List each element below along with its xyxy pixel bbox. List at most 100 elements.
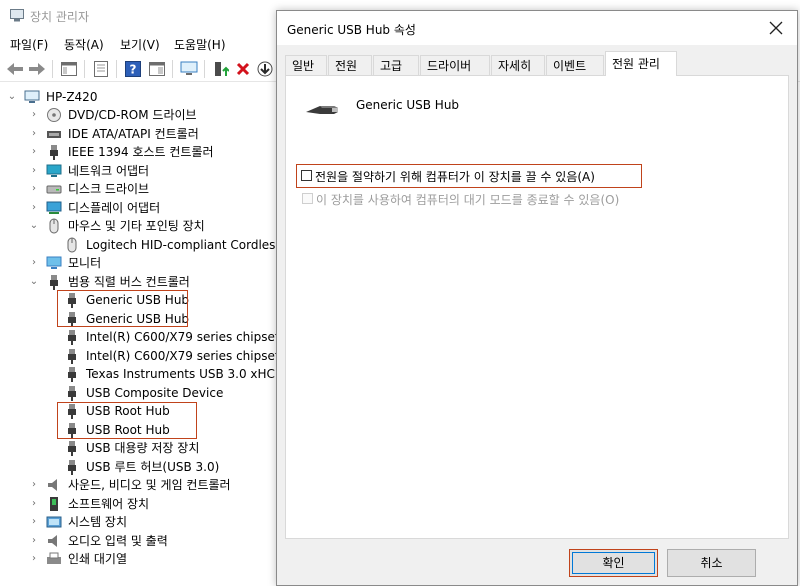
ide-controller-icon xyxy=(47,130,61,138)
tab-events[interactable]: 이벤트 xyxy=(546,55,604,75)
tree-item[interactable]: Intel(R) C600/X79 series chipset USB xyxy=(46,328,276,346)
system-device-icon xyxy=(46,516,62,528)
chevron-right-icon[interactable]: › xyxy=(28,162,40,180)
ok-button[interactable]: 확인 xyxy=(569,549,658,577)
tree-item[interactable]: ⌄ 마우스 및 기타 포인팅 장치 xyxy=(28,217,276,235)
tree-item[interactable]: Generic USB Hub xyxy=(46,310,276,328)
mouse-icon xyxy=(49,218,59,234)
help-icon[interactable]: ? xyxy=(122,58,144,80)
tree-item[interactable]: › 모니터 xyxy=(28,254,276,272)
tree-item[interactable]: › 소프트웨어 장치 xyxy=(28,495,276,513)
chevron-right-icon[interactable]: › xyxy=(28,532,40,550)
tab-driver[interactable]: 드라이버 xyxy=(420,55,490,75)
menu-file[interactable]: 파일(F) xyxy=(10,36,48,53)
speaker-icon xyxy=(48,534,57,547)
wake-computer-checkbox xyxy=(302,193,313,204)
tree-item[interactable]: › 디스크 드라이브 xyxy=(28,180,276,198)
cancel-button-label: 취소 xyxy=(700,556,723,570)
chevron-right-icon[interactable]: › xyxy=(28,513,40,531)
view-icon[interactable] xyxy=(146,58,168,80)
tree-item[interactable]: Logitech HID-compliant Cordless M xyxy=(46,236,276,254)
forward-arrow-icon[interactable] xyxy=(26,58,48,80)
tree-item[interactable]: › DVD/CD-ROM 드라이브 xyxy=(28,106,276,124)
tree-item-label: Intel(R) C600/X79 series chipset USB xyxy=(86,330,276,344)
tree-item[interactable]: Texas Instruments USB 3.0 xHCI Hos xyxy=(46,365,276,383)
usb-plug-icon xyxy=(68,311,76,327)
chevron-right-icon[interactable]: › xyxy=(28,476,40,494)
usb-plug-icon xyxy=(68,385,76,401)
ok-button-focus-ring xyxy=(572,552,655,574)
tree-item-label: DVD/CD-ROM 드라이브 xyxy=(68,108,197,122)
usb-plug-icon xyxy=(50,145,58,160)
tab-advanced[interactable]: 고급 xyxy=(373,55,419,75)
uninstall-icon[interactable] xyxy=(232,58,254,80)
tree-item[interactable]: Intel(R) C600/X79 series chipset USB xyxy=(46,347,276,365)
close-icon[interactable] xyxy=(767,19,785,37)
chevron-down-icon[interactable]: ⌄ xyxy=(6,88,18,106)
tree-item[interactable]: › 인쇄 대기열 xyxy=(28,550,276,568)
allow-power-off-checkbox[interactable] xyxy=(301,170,312,181)
chevron-right-icon[interactable]: › xyxy=(28,143,40,161)
menu-view[interactable]: 보기(V) xyxy=(120,36,160,53)
cancel-button[interactable]: 취소 xyxy=(667,549,756,577)
device-name: Generic USB Hub xyxy=(356,98,460,112)
option-allow-power-off[interactable]: 전원을 절약하기 위해 컴퓨터가 이 장치를 끌 수 있음(A) xyxy=(296,164,642,188)
back-arrow-icon[interactable] xyxy=(4,58,26,80)
chevron-right-icon[interactable]: › xyxy=(28,495,40,513)
tree-item[interactable]: USB Composite Device xyxy=(46,384,276,402)
tree-item[interactable]: › 시스템 장치 xyxy=(28,513,276,531)
tree-item[interactable]: › 네트워크 어댑터 xyxy=(28,162,276,180)
speaker-icon xyxy=(48,479,57,491)
menu-action[interactable]: 동작(A) xyxy=(64,36,104,53)
download-icon[interactable] xyxy=(254,58,276,80)
tree-item-label: 범용 직렬 버스 컨트롤러 xyxy=(68,274,190,289)
tree-item-label: 디스플레이 어댑터 xyxy=(68,200,161,215)
dialog-tabs: 일반 전원 고급 드라이버 자세히 이벤트 전원 관리 xyxy=(285,51,791,76)
tree-item-label: USB Composite Device xyxy=(86,385,224,400)
tree-item-label: 시스템 장치 xyxy=(68,515,128,529)
tab-power-management[interactable]: 전원 관리 xyxy=(605,51,677,76)
tab-power[interactable]: 전원 xyxy=(328,55,372,75)
update-driver-icon[interactable] xyxy=(210,58,232,80)
chevron-right-icon[interactable]: › xyxy=(28,180,40,198)
tree-item[interactable]: USB Root Hub xyxy=(46,402,276,420)
toolbar-separator xyxy=(116,60,117,78)
chevron-down-icon[interactable]: ⌄ xyxy=(28,273,40,291)
tree-item-label: USB 루트 허브(USB 3.0) xyxy=(86,459,220,474)
tree-item-label: Generic USB Hub xyxy=(86,311,190,326)
chevron-right-icon[interactable]: › xyxy=(28,106,40,124)
toolbar-separator xyxy=(52,60,53,78)
tree-item[interactable]: › 오디오 입력 및 출력 xyxy=(28,532,276,550)
svg-text:?: ? xyxy=(130,63,137,77)
tab-details[interactable]: 자세히 xyxy=(491,55,545,75)
tree-item[interactable]: USB 루트 허브(USB 3.0) xyxy=(46,458,276,476)
tree-item[interactable]: ⌄ 범용 직렬 버스 컨트롤러 xyxy=(28,273,276,291)
monitor-scan-icon[interactable] xyxy=(178,58,200,80)
tree-item[interactable]: USB Root Hub xyxy=(46,421,276,439)
tree-item-label: 오디오 입력 및 출력 xyxy=(68,533,168,548)
tree-item-label: 사운드, 비디오 및 게임 컨트롤러 xyxy=(68,478,231,492)
chevron-right-icon[interactable]: › xyxy=(28,254,40,272)
tree-item[interactable]: › IDE ATA/ATAPI 컨트롤러 xyxy=(28,125,276,143)
tree-item[interactable]: › IEEE 1394 호스트 컨트롤러 xyxy=(28,143,276,161)
tree-item-label: 디스크 드라이브 xyxy=(68,182,150,196)
tree-root[interactable]: ⌄ HP-Z420 xyxy=(6,88,266,106)
tree-item[interactable]: › 사운드, 비디오 및 게임 컨트롤러 xyxy=(28,476,276,494)
chevron-down-icon[interactable]: ⌄ xyxy=(28,217,40,235)
tree-item-label: 네트워크 어댑터 xyxy=(68,163,150,178)
chevron-right-icon[interactable]: › xyxy=(28,199,40,217)
tree-item[interactable]: Generic USB Hub xyxy=(46,291,276,309)
usb-plug-icon xyxy=(68,348,76,364)
window-title: 장치 관리자 xyxy=(30,10,90,24)
tree-item[interactable]: › 디스플레이 어댑터 xyxy=(28,199,276,217)
document-icon[interactable] xyxy=(90,58,112,80)
chevron-right-icon[interactable]: › xyxy=(28,125,40,143)
monitor-icon xyxy=(46,256,62,269)
tree-item[interactable]: USB 대용량 저장 장치 xyxy=(46,439,276,457)
properties-dialog: Generic USB Hub 속성 일반 전원 고급 드라이버 자세히 이벤트… xyxy=(276,10,798,586)
tab-general[interactable]: 일반 xyxy=(285,55,327,75)
chevron-right-icon[interactable]: › xyxy=(28,550,40,568)
properties-view-icon[interactable] xyxy=(58,58,80,80)
toolbar-separator xyxy=(204,60,205,78)
menu-help[interactable]: 도움말(H) xyxy=(174,36,226,53)
